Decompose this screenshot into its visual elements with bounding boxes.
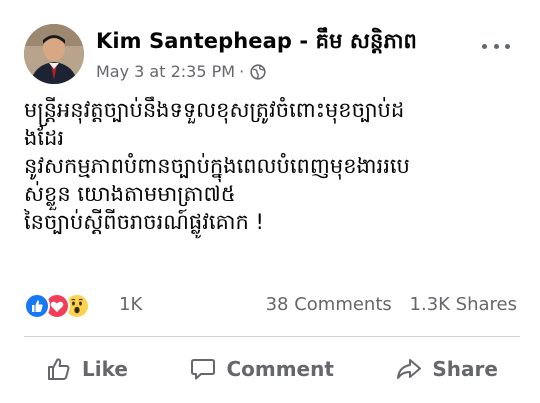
shares-count[interactable]: 1.3K Shares xyxy=(410,294,517,315)
post-header: Kim Santepheap - គឹម សន្តិភាព May 3 at 2… xyxy=(24,24,520,86)
share-icon xyxy=(397,359,422,379)
meta-separator: · xyxy=(239,62,245,81)
engagement-counts: 38 Comments 1.3K Shares xyxy=(266,294,517,315)
post-actions: Like Comment Share xyxy=(24,344,520,394)
comment-icon xyxy=(191,359,216,380)
more-options-icon[interactable] xyxy=(482,36,510,56)
comments-count[interactable]: 38 Comments xyxy=(266,294,392,315)
like-button[interactable]: Like xyxy=(24,344,150,394)
thumbs-up-icon xyxy=(48,358,70,380)
reaction-count[interactable]: 1K xyxy=(119,294,142,315)
author-name[interactable]: Kim Santepheap - គឹម សន្តិភាព xyxy=(96,28,417,59)
post-stats: 1K 38 Comments 1.3K Shares xyxy=(24,290,520,322)
more-dot xyxy=(482,43,487,49)
like-label: Like xyxy=(82,357,128,381)
avatar[interactable] xyxy=(24,24,84,84)
post-body-line: នូវសកម្មភាពបំពានច្បាប់ក្នុងពេលបំពេញមុខងា… xyxy=(24,154,410,178)
post-meta: May 3 at 2:35 PM · xyxy=(96,62,266,81)
more-dot xyxy=(505,43,510,49)
facebook-post: Kim Santepheap - គឹម សន្តិភាព May 3 at 2… xyxy=(0,0,540,403)
post-body-line: ស់ខ្លួន យោងតាមមាត្រា៧៥ xyxy=(24,182,236,206)
comment-label: Comment xyxy=(226,357,334,381)
post-body-line: មន្ត្រីអនុវត្តច្បាប់នឹងទទួលខុសត្រូវចំពោះ… xyxy=(24,98,405,122)
post-body-line: នៃច្បាប់ស្តីពីចរាចរណ៍ផ្លូវគោក ! xyxy=(24,210,264,234)
divider xyxy=(24,336,520,337)
comment-button[interactable]: Comment xyxy=(168,344,355,394)
share-label: Share xyxy=(432,357,498,381)
more-dot xyxy=(493,43,499,49)
post-body: មន្ត្រីអនុវត្តច្បាប់នឹងទទួលខុសត្រូវចំពោះ… xyxy=(24,96,520,236)
like-reaction-icon xyxy=(24,293,50,319)
post-timestamp[interactable]: May 3 at 2:35 PM xyxy=(96,62,235,81)
post-body-line: ងដែរ xyxy=(24,126,64,150)
share-button[interactable]: Share xyxy=(374,344,520,394)
globe-icon[interactable] xyxy=(250,63,266,80)
